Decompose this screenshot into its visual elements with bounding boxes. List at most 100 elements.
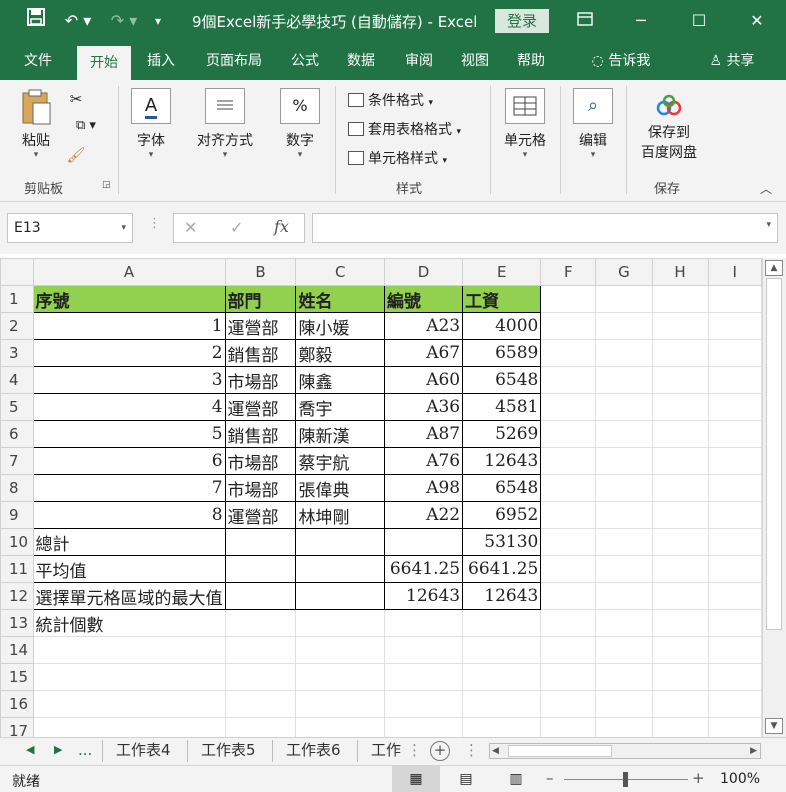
cell[interactable]: [707, 555, 762, 583]
cell[interactable]: A23: [383, 312, 464, 340]
column-header[interactable]: A: [32, 258, 226, 286]
format-as-table-button[interactable]: 套用表格格式 ▾: [348, 119, 461, 139]
row-header[interactable]: 11: [0, 555, 34, 583]
save-to-baidu-button[interactable]: 保存到 百度网盘: [636, 94, 702, 162]
login-button[interactable]: 登录: [495, 9, 549, 33]
cell[interactable]: [707, 420, 762, 448]
cell[interactable]: [651, 636, 709, 664]
cell[interactable]: 平均值: [32, 555, 226, 583]
cell[interactable]: [651, 528, 709, 556]
cell[interactable]: 8: [32, 501, 226, 529]
cell[interactable]: [540, 636, 597, 664]
scroll-thumb[interactable]: [508, 745, 612, 757]
cell[interactable]: 6589: [462, 339, 542, 367]
cell[interactable]: A60: [383, 366, 464, 394]
cell[interactable]: [540, 312, 597, 340]
cell[interactable]: 7: [32, 474, 226, 502]
copy-icon[interactable]: ⧉ ▾: [66, 118, 106, 133]
cell[interactable]: 運營部: [224, 312, 297, 340]
cell[interactable]: [540, 285, 597, 313]
cell[interactable]: [295, 717, 385, 737]
cell[interactable]: [32, 717, 226, 737]
cell[interactable]: 喬宇: [295, 393, 385, 421]
cell[interactable]: [295, 663, 385, 691]
cell[interactable]: [462, 636, 542, 664]
collapse-ribbon-icon[interactable]: ︿: [760, 180, 772, 197]
sheet-tab[interactable]: 工作: [371, 738, 401, 764]
row-header[interactable]: 6: [0, 420, 34, 448]
cell[interactable]: [462, 717, 542, 737]
cell[interactable]: [540, 447, 597, 475]
name-box[interactable]: E13 ▾: [7, 213, 133, 243]
cell[interactable]: [595, 501, 653, 529]
cell[interactable]: 選擇單元格區域的最大值: [32, 582, 226, 610]
cell[interactable]: [595, 555, 653, 583]
cell[interactable]: [595, 366, 653, 394]
row-header[interactable]: 5: [0, 393, 34, 421]
cell[interactable]: [651, 474, 709, 502]
cell[interactable]: [707, 690, 762, 718]
cell[interactable]: 序號: [32, 285, 226, 313]
next-sheet-icon[interactable]: ▶: [54, 738, 62, 764]
cell[interactable]: [707, 447, 762, 475]
column-header[interactable]: F: [540, 258, 597, 286]
tab-help[interactable]: 帮助: [508, 42, 554, 80]
scroll-up-icon[interactable]: ▲: [765, 260, 783, 276]
cell[interactable]: [595, 690, 653, 718]
cell[interactable]: 市場部: [224, 447, 297, 475]
format-painter-icon[interactable]: 🖌: [66, 146, 86, 164]
cell[interactable]: [651, 609, 709, 637]
number-button[interactable]: % 数字 ▾: [278, 88, 322, 160]
cell[interactable]: 12643: [462, 447, 542, 475]
cell[interactable]: A76: [383, 447, 464, 475]
cell[interactable]: [707, 393, 762, 421]
row-header[interactable]: 14: [0, 636, 34, 664]
cell[interactable]: [707, 582, 762, 610]
cell[interactable]: [224, 609, 297, 637]
cell[interactable]: [595, 609, 653, 637]
cell[interactable]: [651, 447, 709, 475]
cell[interactable]: [707, 528, 762, 556]
cell[interactable]: [383, 717, 464, 737]
row-header[interactable]: 3: [0, 339, 34, 367]
alignment-button[interactable]: 对齐方式 ▾: [192, 88, 258, 160]
cell[interactable]: 統計個數: [32, 609, 226, 637]
cell[interactable]: [224, 717, 297, 737]
cell[interactable]: [540, 555, 597, 583]
cut-icon[interactable]: ✂: [66, 90, 86, 108]
cell[interactable]: [295, 690, 385, 718]
minimize-icon[interactable]: ─: [626, 6, 656, 36]
cell[interactable]: [383, 636, 464, 664]
cell[interactable]: [295, 609, 385, 637]
cell[interactable]: 6: [32, 447, 226, 475]
column-header[interactable]: I: [707, 258, 762, 286]
cell[interactable]: [595, 393, 653, 421]
cell[interactable]: [707, 285, 762, 313]
cell[interactable]: [595, 636, 653, 664]
cell[interactable]: [595, 420, 653, 448]
cell[interactable]: [651, 555, 709, 583]
page-layout-view-icon[interactable]: ▤: [452, 766, 480, 792]
editing-button[interactable]: ⌕ 编辑 ▾: [572, 88, 614, 160]
cell[interactable]: 2: [32, 339, 226, 367]
cell[interactable]: [32, 690, 226, 718]
row-header[interactable]: 15: [0, 663, 34, 691]
cell[interactable]: 工資: [462, 285, 542, 313]
zoom-slider-handle[interactable]: [623, 772, 628, 787]
cell[interactable]: [651, 312, 709, 340]
tab-file[interactable]: 文件: [12, 42, 64, 80]
cell[interactable]: A98: [383, 474, 464, 502]
cell[interactable]: [32, 663, 226, 691]
cell[interactable]: [295, 555, 385, 583]
cell[interactable]: 運營部: [224, 393, 297, 421]
undo-icon[interactable]: ↶ ▾: [58, 8, 98, 34]
cell[interactable]: A67: [383, 339, 464, 367]
expand-formula-icon[interactable]: ▾: [766, 220, 771, 230]
cell[interactable]: 6548: [462, 474, 542, 502]
cell[interactable]: [224, 555, 297, 583]
cell[interactable]: [651, 393, 709, 421]
cell[interactable]: [651, 717, 709, 737]
tell-me[interactable]: ◌ 告诉我: [576, 42, 666, 80]
cell[interactable]: [651, 501, 709, 529]
redo-icon[interactable]: ↷ ▾: [104, 8, 144, 34]
